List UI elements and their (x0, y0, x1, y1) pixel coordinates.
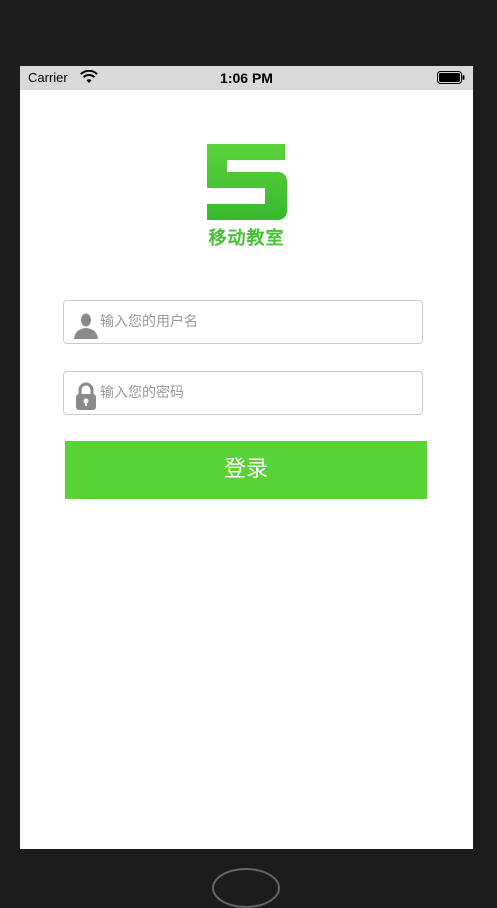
login-button[interactable]: 登录 (65, 441, 427, 499)
app-name: 移动教室 (208, 228, 285, 249)
status-bar: Carrier 1:06 PM (20, 66, 473, 90)
lock-icon (76, 382, 96, 410)
username-input[interactable] (100, 301, 416, 343)
password-input[interactable] (100, 372, 416, 414)
status-time: 1:06 PM (220, 70, 273, 86)
app-logo-icon (207, 144, 287, 220)
device-frame: Carrier 1:06 PM 移动教室 输入您的用户名 登录 (0, 0, 497, 908)
home-button[interactable] (212, 868, 280, 908)
battery-icon (437, 71, 465, 84)
user-icon (74, 313, 98, 339)
app-screen: Carrier 1:06 PM 移动教室 输入您的用户名 登录 (20, 66, 473, 849)
username-field[interactable] (63, 300, 423, 344)
password-field[interactable] (63, 371, 423, 415)
